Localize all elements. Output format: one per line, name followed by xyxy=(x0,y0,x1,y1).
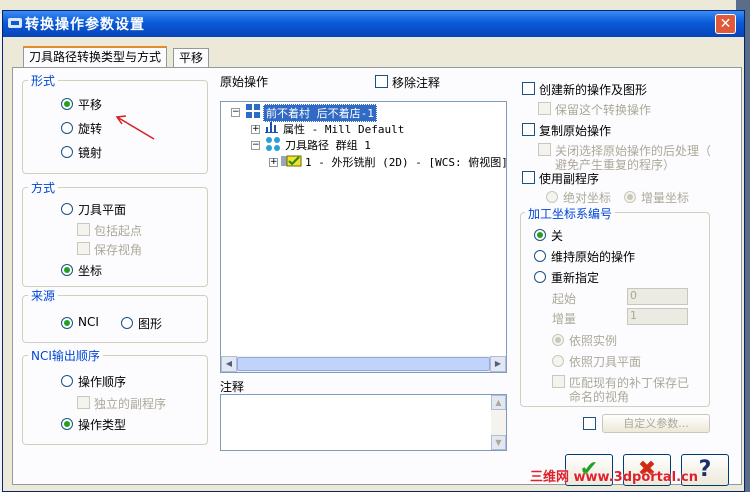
radio-by-op-type-label: 操作类型 xyxy=(78,418,127,432)
checkbox-independent-sub-label: 独立的副程序 xyxy=(94,397,167,411)
radio-indicator xyxy=(624,191,636,203)
tree-item-contour-operation[interactable]: 1 - 外形铣削 (2D) - [WCS: 俯视图] xyxy=(305,154,506,170)
scroll-thumb[interactable] xyxy=(237,357,490,371)
increment-input[interactable]: 1 xyxy=(627,308,688,325)
form-group-title: 形式 xyxy=(28,72,59,89)
radio-indicator[interactable] xyxy=(121,317,133,329)
radio-indicator xyxy=(546,191,558,203)
increment-label: 增量 xyxy=(552,312,577,326)
checkbox-indicator[interactable] xyxy=(522,171,535,184)
radio-indicator[interactable] xyxy=(534,271,546,283)
checkbox-indicator[interactable] xyxy=(522,123,535,136)
radio-graphics-label: 图形 xyxy=(138,317,163,331)
watermark-text: 三维网 www.3dportal.cn xyxy=(530,470,699,485)
close-button[interactable]: ✕ xyxy=(715,14,736,34)
radio-indicator[interactable] xyxy=(534,250,546,262)
operation-check-icon xyxy=(281,155,302,167)
radio-tool-plane-label: 刀具平面 xyxy=(78,203,127,217)
scroll-left-button[interactable]: ◀ xyxy=(221,356,237,372)
start-input[interactable]: 0 xyxy=(627,288,688,305)
radio-wcs-keep-source-label: 维持原始的操作 xyxy=(551,250,636,264)
collapse-icon[interactable]: − xyxy=(231,108,240,117)
radio-mirror-label: 镜射 xyxy=(78,146,103,160)
checkbox-remove-comments-label: 移除注释 xyxy=(392,76,441,90)
annotation-arrow-icon xyxy=(115,115,155,140)
wcs-group-title: 加工坐标系编号 xyxy=(525,205,616,222)
expand-icon[interactable]: + xyxy=(251,125,260,134)
tree-item-machine-group[interactable]: 前不着村 后不着店-1 xyxy=(263,104,377,122)
machine-group-icon xyxy=(246,104,260,118)
radio-indicator[interactable] xyxy=(61,146,73,158)
horizontal-scrollbar[interactable]: ◀ ▶ xyxy=(221,356,506,372)
checkbox-custom-params[interactable] xyxy=(583,417,596,430)
radio-indicator xyxy=(552,355,564,367)
scroll-right-button[interactable]: ▶ xyxy=(490,356,506,372)
app-icon xyxy=(7,15,25,33)
checkbox-include-origin-label: 包括起点 xyxy=(94,224,143,238)
checkbox-create-new-ops-label: 创建新的操作及图形 xyxy=(539,83,648,97)
radio-wcs-off-label: 关 xyxy=(551,229,564,243)
checkbox-indicator xyxy=(552,375,565,388)
tree-item-toolpath-group[interactable]: 刀具路径 群组 1 xyxy=(285,137,371,153)
checkbox-indicator xyxy=(538,102,551,115)
tab-translate[interactable]: 平移 xyxy=(173,48,210,67)
comments-textarea[interactable]: ▲ ▼ xyxy=(220,394,507,451)
checkbox-indicator[interactable] xyxy=(522,82,535,95)
radio-by-operation-label: 操作顺序 xyxy=(78,375,127,389)
radio-indicator[interactable] xyxy=(534,229,546,241)
tree-item-properties[interactable]: 属性 - Mill Default xyxy=(283,121,404,137)
nci-order-group-title: NCI输出顺序 xyxy=(28,347,103,364)
start-label: 起始 xyxy=(552,292,577,306)
radio-indicator xyxy=(552,334,564,346)
radio-indicator[interactable] xyxy=(61,418,73,430)
checkbox-indicator xyxy=(77,242,90,255)
source-ops-tree[interactable]: − 前不着村 后不着店-1 + 属性 - Mill Default − 刀具路径… xyxy=(220,101,507,373)
radio-indicator[interactable] xyxy=(61,122,73,134)
dialog-title: 转换操作参数设置 xyxy=(25,17,145,33)
radio-by-instance-label: 依照实例 xyxy=(569,334,618,348)
radio-absolute-label: 绝对坐标 xyxy=(563,191,612,205)
custom-params-button: 自定义参数... xyxy=(602,414,710,433)
checkbox-indicator xyxy=(77,396,90,409)
checkbox-keep-view-label: 保存视角 xyxy=(94,243,143,257)
title-bar[interactable]: 转换操作参数设置 ✕ xyxy=(3,11,744,37)
radio-coordinates-label: 坐标 xyxy=(78,264,103,278)
radio-wcs-reassign-label: 重新指定 xyxy=(551,271,600,285)
radio-indicator[interactable] xyxy=(61,264,73,276)
radio-indicator[interactable] xyxy=(61,375,73,387)
radio-incremental-label: 增量坐标 xyxy=(641,191,690,205)
method-group-title: 方式 xyxy=(28,179,59,196)
source-group-title: 来源 xyxy=(28,287,59,304)
properties-icon xyxy=(265,122,278,133)
radio-by-tool-plane-label: 依照刀具平面 xyxy=(569,355,642,369)
radio-indicator[interactable] xyxy=(61,98,73,110)
comments-scrollbar: ▲ ▼ xyxy=(491,395,506,450)
checkbox-keep-transform-label: 保留这个转换操作 xyxy=(555,103,652,117)
radio-indicator[interactable] xyxy=(61,203,73,215)
checkbox-indicator xyxy=(77,223,90,236)
collapse-icon[interactable]: − xyxy=(251,141,260,150)
comments-label: 注释 xyxy=(220,380,245,394)
radio-indicator[interactable] xyxy=(61,317,73,329)
transform-settings-dialog: 转换操作参数设置 ✕ 刀具路径转换类型与方式 平移 形式 平移 旋转 镜射 方式… xyxy=(2,10,745,492)
checkbox-indicator xyxy=(538,143,551,156)
toolpath-group-icon xyxy=(266,137,280,151)
radio-nci-label: NCI xyxy=(78,315,99,329)
scroll-up-button: ▲ xyxy=(491,395,506,410)
expand-icon[interactable]: + xyxy=(269,158,278,167)
source-ops-label: 原始操作 xyxy=(220,75,269,89)
scroll-down-button: ▼ xyxy=(491,435,506,450)
checkbox-use-subprogram-label: 使用副程序 xyxy=(539,172,600,186)
checkbox-copy-source-label: 复制原始操作 xyxy=(539,124,612,138)
checkbox-indicator[interactable] xyxy=(375,75,388,88)
radio-translate-label: 平移 xyxy=(78,98,103,112)
radio-rotate-label: 旋转 xyxy=(78,122,103,136)
checkbox-match-views-label-line2: 命名的视角 xyxy=(569,390,630,404)
tab-transform-type[interactable]: 刀具路径转换类型与方式 xyxy=(23,46,168,68)
